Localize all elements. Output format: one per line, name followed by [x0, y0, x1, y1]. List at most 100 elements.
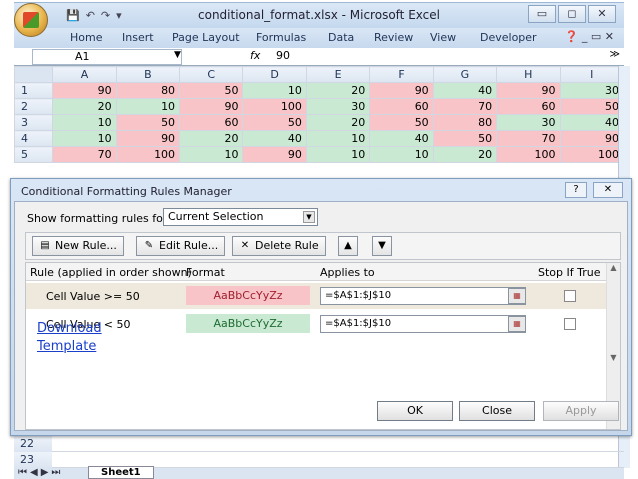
sheet-tab-sheet1[interactable]: Sheet1	[88, 466, 154, 479]
row-header[interactable]: 23	[14, 452, 52, 468]
expand-formula-icon[interactable]: ≫	[610, 49, 620, 60]
cell[interactable]: 60	[179, 114, 244, 131]
edit-rule-button[interactable]: ✎ Edit Rule...	[136, 236, 226, 256]
dialog-close-icon[interactable]: ✕	[593, 182, 623, 198]
close-button[interactable]: ✕	[588, 5, 616, 23]
applies-to-input[interactable]: =$A$1:$J$10	[320, 315, 526, 333]
download-template-link[interactable]: Download Template	[37, 320, 102, 356]
cell[interactable]: 30	[559, 82, 624, 99]
cell[interactable]: 90	[496, 82, 561, 99]
cell[interactable]: 50	[242, 114, 307, 131]
restore-button[interactable]: ◻	[558, 5, 586, 23]
minimize-button[interactable]: ▭	[528, 5, 556, 23]
sheet-nav-arrows[interactable]: ⏮◀▶⏭	[18, 467, 63, 478]
tab-developer[interactable]: Developer	[480, 31, 537, 44]
column-header[interactable]: A	[52, 66, 117, 83]
ok-button[interactable]: OK	[377, 401, 453, 421]
tab-page-layout[interactable]: Page Layout	[172, 31, 240, 44]
cell[interactable]: 40	[242, 130, 307, 147]
cell[interactable]: 80	[432, 114, 498, 131]
cell[interactable]: 30	[305, 98, 371, 115]
column-header[interactable]: D	[242, 66, 307, 83]
insert-function-icon[interactable]: fx	[250, 49, 260, 62]
cell[interactable]: 10	[52, 130, 117, 147]
row-header[interactable]: 22	[14, 436, 52, 452]
cell[interactable]: 10	[115, 98, 181, 115]
cell[interactable]: 100	[242, 98, 307, 115]
cell[interactable]: 20	[432, 146, 498, 163]
delete-rule-button[interactable]: ✕ Delete Rule	[232, 236, 326, 256]
select-all-corner[interactable]	[13, 66, 54, 83]
cell[interactable]: 90	[52, 82, 117, 99]
cell[interactable]: 90	[179, 98, 244, 115]
column-header[interactable]: B	[115, 66, 181, 83]
tab-data[interactable]: Data	[328, 31, 354, 44]
row-header[interactable]: 3	[13, 114, 54, 131]
range-picker-icon[interactable]: ▦	[508, 288, 526, 304]
cell[interactable]: 10	[242, 82, 307, 99]
cell[interactable]: 10	[52, 114, 117, 131]
apply-button[interactable]: Apply	[543, 401, 619, 421]
cell[interactable]: 20	[305, 114, 371, 131]
cell[interactable]: 10	[369, 146, 434, 163]
cell[interactable]: 70	[52, 146, 117, 163]
close-dialog-button[interactable]: Close	[459, 401, 535, 421]
cell[interactable]: 10	[179, 146, 244, 163]
cell[interactable]: 50	[179, 82, 244, 99]
cell[interactable]: 10	[305, 130, 371, 147]
cell[interactable]: 90	[115, 130, 181, 147]
tab-insert[interactable]: Insert	[122, 31, 154, 44]
cell[interactable]: 40	[559, 114, 624, 131]
move-up-button[interactable]: ▲	[338, 236, 358, 256]
new-rule-button[interactable]: ▤ New Rule...	[32, 236, 124, 256]
help-icon[interactable]: ❓ _ ▭ ✕	[565, 30, 614, 43]
column-header[interactable]: G	[432, 66, 498, 83]
rule-row[interactable]: Cell Value >= 50 AaBbCcYyZz =$A$1:$J$10 …	[26, 283, 608, 309]
cell[interactable]: 50	[115, 114, 181, 131]
name-box[interactable]: A1	[32, 49, 182, 65]
cell[interactable]: 50	[559, 98, 624, 115]
tab-formulas[interactable]: Formulas	[256, 31, 306, 44]
column-header[interactable]: I	[559, 66, 624, 83]
cell[interactable]: 60	[496, 98, 561, 115]
range-picker-icon[interactable]: ▦	[508, 316, 526, 332]
cell[interactable]: 90	[559, 130, 624, 147]
row-header[interactable]: 4	[13, 130, 54, 147]
dialog-help-button[interactable]: ?	[565, 182, 587, 198]
tab-review[interactable]: Review	[374, 31, 413, 44]
cell[interactable]: 60	[369, 98, 434, 115]
cell[interactable]: 100	[115, 146, 181, 163]
cell[interactable]: 40	[432, 82, 498, 99]
cell[interactable]: 100	[496, 146, 561, 163]
stop-if-true-checkbox[interactable]	[564, 318, 576, 330]
cell[interactable]: 40	[369, 130, 434, 147]
cell[interactable]: 80	[115, 82, 181, 99]
tab-view[interactable]: View	[430, 31, 456, 44]
move-down-button[interactable]: ▼	[372, 236, 392, 256]
row-header[interactable]: 5	[13, 146, 54, 163]
cell[interactable]: 50	[369, 114, 434, 131]
column-header[interactable]: H	[496, 66, 561, 83]
cell[interactable]: 10	[305, 146, 371, 163]
cell[interactable]: 20	[52, 98, 117, 115]
stop-if-true-checkbox[interactable]	[564, 290, 576, 302]
applies-to-input[interactable]: =$A$1:$J$10	[320, 287, 526, 305]
row-header[interactable]: 2	[13, 98, 54, 115]
rule-row[interactable]: Cell Value < 50 AaBbCcYyZz =$A$1:$J$10 ▦	[26, 311, 608, 337]
cell[interactable]: 90	[369, 82, 434, 99]
cell[interactable]: 70	[496, 130, 561, 147]
cell[interactable]: 20	[305, 82, 371, 99]
column-header[interactable]: F	[369, 66, 434, 83]
office-button[interactable]	[14, 3, 48, 37]
cell[interactable]: 50	[432, 130, 498, 147]
cell[interactable]: 100	[559, 146, 624, 163]
formula-input[interactable]: 90	[276, 49, 290, 62]
tab-home[interactable]: Home	[70, 31, 102, 44]
show-rules-select[interactable]: Current Selection ▼	[163, 208, 318, 226]
cell[interactable]: 20	[179, 130, 244, 147]
cell[interactable]: 30	[496, 114, 561, 131]
chevron-down-icon[interactable]: ▼	[174, 50, 181, 60]
row-header[interactable]: 1	[13, 82, 54, 99]
column-header[interactable]: C	[179, 66, 244, 83]
cell[interactable]: 70	[432, 98, 498, 115]
